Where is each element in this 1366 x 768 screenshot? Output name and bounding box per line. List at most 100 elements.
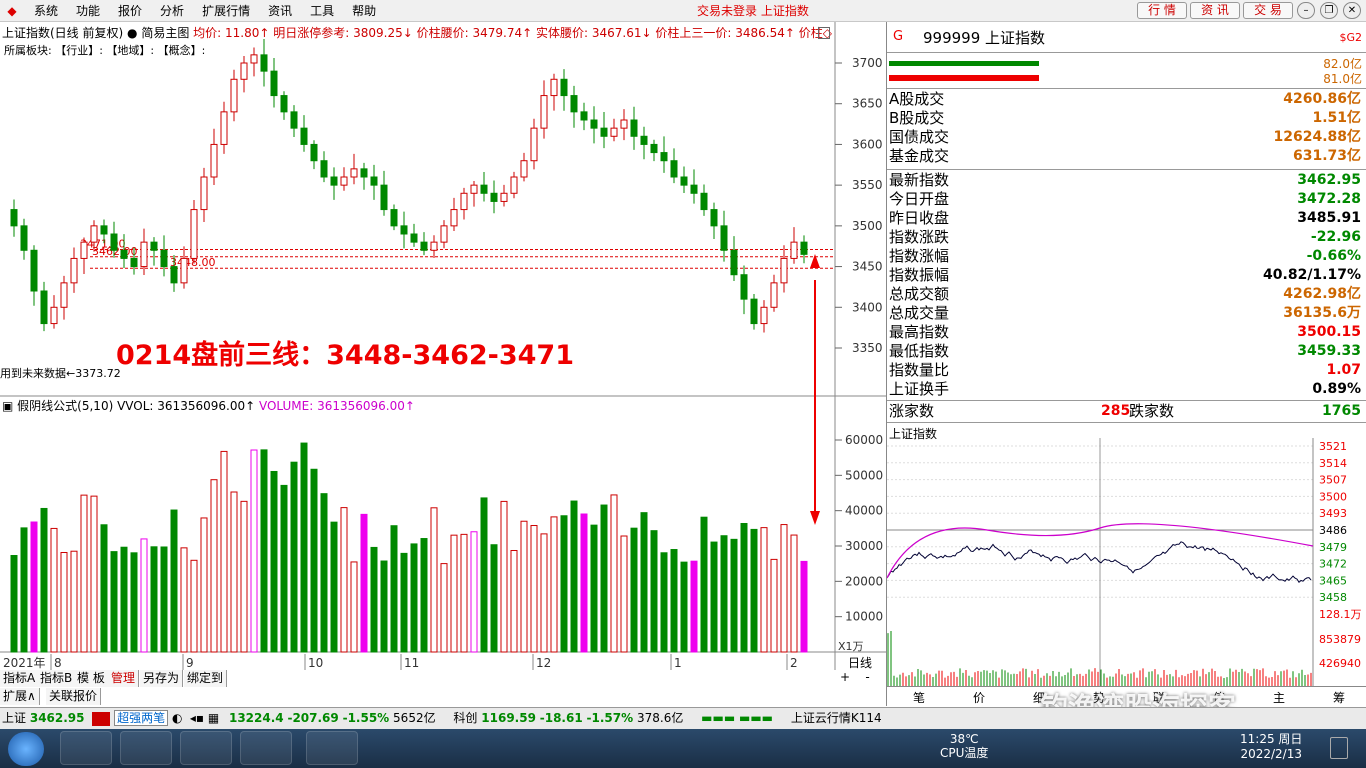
candle-body	[40, 290, 48, 325]
g-mark: G	[893, 29, 904, 44]
volume-bar	[800, 560, 808, 653]
volume-indicator-title: ▣ 假阴线公式(5,10) VVOL: 361356096.00↑ VOLUME…	[2, 399, 415, 413]
candle-body	[590, 119, 598, 129]
intraday-tab[interactable]: 主	[1273, 689, 1285, 706]
close-icon[interactable]: ✕	[1343, 2, 1361, 19]
menu-quote[interactable]: 报价	[109, 0, 151, 22]
restore-icon[interactable]: ❐	[1320, 2, 1338, 19]
app-logo-icon[interactable]: ◆	[3, 2, 21, 20]
volume-bar	[540, 533, 548, 653]
notification-icon[interactable]	[1330, 737, 1348, 759]
volume-bar	[420, 538, 428, 653]
volume-bar	[740, 522, 748, 653]
taskbar-app-5-icon[interactable]	[306, 731, 358, 765]
intraday-price-line	[887, 541, 1312, 583]
quote-button[interactable]: 行 情	[1137, 2, 1187, 19]
tab-related-quote[interactable]: 关联报价	[46, 688, 102, 705]
candle-body	[530, 127, 538, 162]
volume-label: 30000	[845, 539, 883, 553]
clock[interactable]: 11:25 周日 2022/2/13	[1240, 732, 1302, 762]
chart-icon[interactable]	[92, 711, 111, 726]
candle-body	[420, 241, 428, 251]
quote-row: 最低指数 3459.33	[889, 342, 1361, 360]
taskbar: 38℃ CPU温度 11:25 周日 2022/2/13	[0, 729, 1366, 768]
keyboard-icon[interactable]: ▦	[208, 711, 219, 725]
candle-body	[80, 241, 88, 259]
month-label: 9	[186, 656, 194, 670]
candle-body	[290, 111, 298, 129]
volume-bar	[770, 558, 778, 653]
candle-body	[320, 160, 328, 178]
intraday-tab[interactable]: 筹	[1333, 689, 1345, 706]
candle-body	[100, 225, 108, 235]
menu-function[interactable]: 功能	[67, 0, 109, 22]
candle-body	[110, 233, 118, 251]
menu-help[interactable]: 帮助	[343, 0, 385, 22]
candle-body	[740, 274, 748, 300]
tab-save-as[interactable]: 另存为	[140, 670, 184, 687]
month-label: 10	[308, 656, 323, 670]
volume-bar	[750, 528, 758, 653]
volume-bar	[560, 515, 568, 653]
start-button-icon[interactable]	[8, 732, 44, 766]
quote-row: 指数涨跌 -22.96	[889, 228, 1361, 246]
tab-extend[interactable]: 扩展∧	[0, 688, 40, 705]
quote-row: 总成交额 4262.98亿	[889, 285, 1361, 303]
minimize-icon[interactable]: –	[1297, 2, 1315, 19]
trade-button[interactable]: 交 易	[1243, 2, 1293, 19]
volume-bar	[790, 534, 798, 653]
chaoqiang-button[interactable]: 超强两笔	[114, 710, 169, 726]
menu-analysis[interactable]: 分析	[151, 0, 193, 22]
tab-indicator-b[interactable]: 指标B	[37, 670, 77, 687]
candle-body	[700, 192, 708, 211]
volume-bar	[20, 527, 28, 653]
volume-bar	[270, 470, 278, 653]
candle-body	[640, 135, 648, 145]
low-point-label: 用到未来数据←3373.72	[0, 367, 121, 380]
candle-body	[20, 225, 28, 251]
taskbar-app-3-icon[interactable]	[180, 731, 232, 765]
taskbar-app-2-icon[interactable]	[120, 731, 172, 765]
volume-bar	[250, 449, 258, 653]
candle-body	[540, 95, 548, 129]
menu-tools[interactable]: 工具	[301, 0, 343, 22]
tab-bind-to[interactable]: 绑定到	[184, 670, 228, 687]
candle-body	[470, 184, 478, 194]
switch-icon[interactable]: ◂▪	[190, 711, 204, 725]
zoom-controls[interactable]: + -	[840, 670, 884, 686]
menu-extended[interactable]: 扩展行情	[193, 0, 259, 22]
moon-icon[interactable]: ◐	[172, 708, 186, 728]
volume-bar	[630, 527, 638, 653]
candle-body	[430, 241, 438, 251]
news-button[interactable]: 资 讯	[1190, 2, 1240, 19]
volume-bar	[640, 512, 648, 653]
tab-manage[interactable]: 管理	[108, 670, 140, 687]
candle-body	[490, 192, 498, 202]
candle-body	[370, 176, 378, 186]
cloud-quote: 上证云行情K114	[790, 711, 882, 725]
volume-bar	[340, 507, 348, 653]
menu-news[interactable]: 资讯	[259, 0, 301, 22]
status-bar: 上证 3462.95 超强两笔 ◐ ◂▪ ▦ 13224.4 -207.69 -…	[0, 707, 1366, 729]
tab-template[interactable]: 模 板	[74, 670, 109, 687]
candle-body	[610, 127, 618, 137]
taskbar-app-1-icon[interactable]	[60, 731, 112, 765]
menu-system[interactable]: 系统	[25, 0, 67, 22]
candle-body	[10, 209, 18, 227]
tab-indicator-a[interactable]: 指标A	[0, 670, 40, 687]
intraday-chart[interactable]: 3521 3514 3507 3500 3493 3486 3479 3472 3465 3458…	[887, 438, 1366, 686]
quote-row: A股成交 4260.86亿	[889, 90, 1361, 108]
candle-body	[180, 257, 188, 284]
indicator-toggle-icon[interactable]: ▣	[2, 399, 13, 413]
month-label: 1	[674, 656, 682, 670]
candle-body	[170, 266, 178, 284]
intraday-vol-label: 426940	[1319, 657, 1361, 670]
taskbar-app-4-icon[interactable]	[240, 731, 292, 765]
candle-body	[200, 176, 208, 211]
quote-row: 基金成交 631.73亿	[889, 147, 1361, 165]
sell-bar	[889, 75, 1039, 81]
intraday-tab[interactable]: 价	[973, 689, 985, 706]
intraday-tab[interactable]: 笔	[913, 689, 925, 706]
quote-row: 国债成交 12624.88亿	[889, 128, 1361, 146]
intraday-price-label: 3514	[1319, 457, 1347, 470]
